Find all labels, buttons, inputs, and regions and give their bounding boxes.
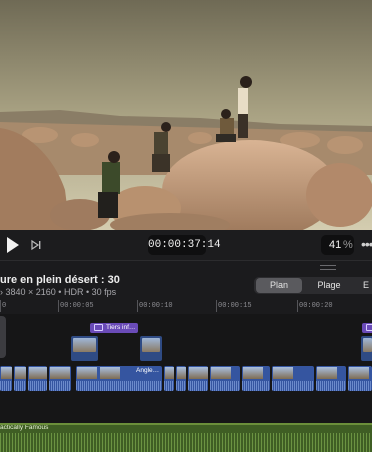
tick-mark [137, 300, 138, 312]
angle-clip-label: Angle… [136, 367, 160, 374]
more-icon[interactable]: ••• [361, 237, 372, 251]
tick-mark [297, 300, 298, 312]
panel-divider [0, 260, 372, 261]
primary-clip[interactable] [348, 366, 372, 391]
tab-plage[interactable]: Plage [306, 278, 352, 293]
primary-clip[interactable] [272, 366, 314, 391]
project-meta: › 3840 × 2160 • HDR • 30 fps [0, 287, 117, 297]
clip-thumbnail [211, 367, 231, 379]
audio-waveform [210, 381, 240, 391]
step-forward-icon[interactable] [30, 239, 42, 251]
connected-clip[interactable] [361, 336, 372, 361]
primary-clip[interactable] [316, 366, 346, 391]
tick-mark [0, 300, 1, 312]
zoom-value: 41 [329, 239, 342, 251]
connected-clip[interactable] [140, 336, 162, 361]
primary-clip[interactable] [0, 366, 12, 391]
music-waveform [0, 433, 372, 452]
connected-clip[interactable] [71, 336, 98, 361]
clip-thumbnail [273, 367, 293, 379]
clip-thumbnail [73, 338, 96, 352]
tick-label: 00:00:20 [299, 302, 333, 310]
clip-thumbnail [317, 367, 337, 379]
audio-waveform [49, 381, 71, 391]
title-clip-icon [94, 323, 103, 331]
primary-clip[interactable] [49, 366, 71, 391]
clip-thumbnail [15, 367, 26, 379]
timecode-display[interactable]: 00:00:37:14 [148, 235, 221, 255]
audio-waveform [176, 381, 186, 391]
tab-third[interactable]: E [356, 278, 372, 293]
clip-thumbnail [50, 367, 70, 379]
clip-thumbnail [177, 367, 186, 379]
video-frame [0, 0, 372, 230]
clip-thumbnail [363, 338, 372, 352]
play-icon[interactable] [6, 237, 20, 253]
music-clip-label: actically Famous [0, 424, 49, 431]
audio-waveform [242, 381, 270, 391]
storyline-edge [0, 316, 6, 358]
title-clip-2[interactable] [362, 323, 372, 333]
clip-thumbnail [189, 367, 208, 379]
angle-clip[interactable]: Angle… [76, 366, 162, 391]
drag-handle[interactable] [320, 265, 336, 270]
clip-thumbnail [77, 367, 97, 379]
tick-label: 00:00:10 [139, 302, 173, 310]
primary-clip[interactable] [188, 366, 208, 391]
title-clip-label: Tiers inf… [106, 324, 136, 331]
timeline-ruler[interactable]: 0 00:00:05 00:00:10 00:00:15 00:00:20 [0, 300, 372, 314]
tick-label: 00:00:15 [218, 302, 252, 310]
primary-clip[interactable] [164, 366, 174, 391]
tick-label: 0 [2, 302, 7, 310]
audio-waveform [0, 381, 12, 391]
primary-clip[interactable] [14, 366, 26, 391]
music-clip[interactable]: actically Famous [0, 423, 372, 452]
project-title: ure en plein désert : 30 [0, 274, 120, 286]
clip-thumbnail [243, 367, 263, 379]
music-clip-top-edge [0, 423, 372, 425]
audio-waveform [316, 381, 346, 391]
primary-clip[interactable] [242, 366, 270, 391]
transport-bar: 00:00:37:14 41 % ••• [0, 230, 372, 260]
clip-thumbnail [165, 367, 174, 379]
title-clip[interactable]: Tiers inf… [90, 323, 138, 333]
clip-thumbnail [1, 367, 12, 379]
video-viewer[interactable] [0, 0, 372, 230]
title-clip-icon [366, 323, 372, 331]
zoom-level[interactable]: 41 % [321, 235, 354, 255]
tab-plan[interactable]: Plan [256, 278, 302, 293]
primary-clip[interactable] [210, 366, 240, 391]
audio-waveform [188, 381, 208, 391]
primary-clip[interactable] [28, 366, 47, 391]
audio-waveform [28, 381, 47, 391]
clip-thumbnail [349, 367, 369, 379]
tick-mark [58, 300, 59, 312]
audio-waveform [272, 381, 314, 391]
tick-mark [216, 300, 217, 312]
zoom-unit: % [343, 239, 353, 251]
view-mode-segmented-control: Plan Plage E [254, 277, 372, 294]
clip-thumbnail [142, 338, 160, 352]
audio-waveform [348, 381, 372, 391]
audio-waveform [76, 381, 162, 391]
tick-label: 00:00:05 [60, 302, 94, 310]
clip-thumbnail [29, 367, 47, 379]
audio-waveform [164, 381, 174, 391]
clip-thumbnail [100, 367, 120, 379]
primary-clip[interactable] [176, 366, 186, 391]
audio-waveform [14, 381, 26, 391]
